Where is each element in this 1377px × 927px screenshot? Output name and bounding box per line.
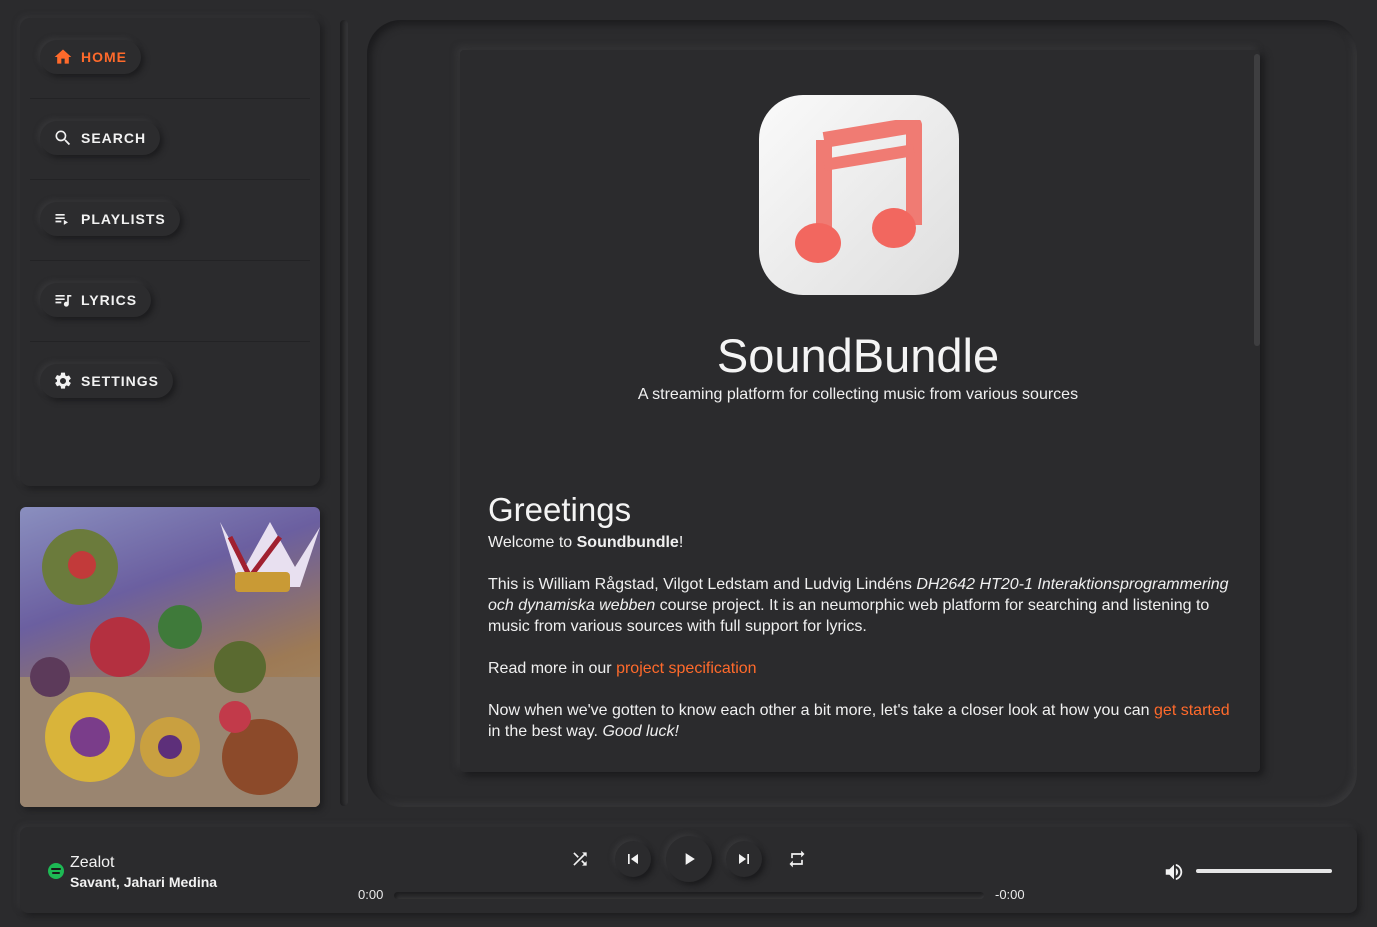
home-icon	[54, 49, 72, 64]
closing-prefix: Now when we've gotten to know each other…	[488, 702, 1155, 719]
track-info: Zealot Savant, Jahari Medina	[48, 854, 217, 892]
intro-prefix: This is William Rågstad, Vilgot Ledstam …	[488, 576, 917, 593]
track-artist[interactable]: Savant, Jahari Medina	[70, 872, 217, 892]
nav-slot-playlists: PLAYLISTS	[30, 180, 310, 261]
welcome-content: Greetings Welcome to Soundbundle! This i…	[488, 490, 1238, 763]
gear-icon	[55, 372, 71, 389]
welcome-suffix: !	[678, 534, 684, 551]
sidebar-item-settings[interactable]: SETTINGS	[40, 364, 174, 398]
nav-slot-lyrics: LYRICS	[30, 261, 310, 342]
player-bar: Zealot Savant, Jahari Medina 0:00 -0:00	[20, 827, 1357, 913]
readmore-prefix: Read more in our	[488, 660, 617, 677]
app-subtitle: A streaming platform for collecting musi…	[637, 386, 1079, 403]
skip-next-icon	[739, 854, 749, 864]
shuffle-icon	[573, 852, 587, 866]
welcome-prefix: Welcome to	[488, 534, 577, 551]
welcome-brand: Soundbundle	[576, 534, 679, 551]
welcome-line: Welcome to Soundbundle!	[488, 532, 1238, 553]
sidebar-item-label: PLAYLISTS	[81, 211, 166, 227]
shuffle-button[interactable]	[562, 841, 598, 877]
lyrics-icon	[55, 295, 72, 307]
spotify-icon	[48, 863, 64, 879]
sidebar-item-label: SETTINGS	[81, 373, 160, 389]
readmore-paragraph: Read more in our project specification	[488, 658, 1238, 679]
album-art-image	[20, 522, 320, 807]
progress-bar[interactable]	[394, 892, 984, 899]
playlist-icon	[55, 214, 68, 225]
volume-icon[interactable]	[1163, 861, 1185, 883]
sidebar-item-label: LYRICS	[81, 292, 138, 308]
app-logo-icon	[759, 95, 959, 295]
app-title: SoundBundle	[716, 329, 1000, 382]
project-specification-link[interactable]: project specification	[616, 660, 757, 677]
sidebar-item-home[interactable]: HOME	[40, 40, 141, 74]
play-icon	[685, 853, 695, 865]
greeting-heading: Greetings	[488, 491, 632, 528]
sidebar-nav: HOME SEARCH PLAYLISTS LYRICS SETTINGS	[20, 18, 320, 486]
scrollbar[interactable]	[1254, 54, 1260, 346]
sidebar-item-playlists[interactable]: PLAYLISTS	[40, 202, 180, 236]
closing-paragraph: Now when we've gotten to know each other…	[488, 700, 1238, 742]
home-card: SoundBundle A streaming platform for col…	[460, 50, 1260, 772]
closing-middle: in the best way.	[488, 723, 603, 740]
panel-divider[interactable]	[340, 20, 348, 806]
volume-slider[interactable]	[1196, 869, 1332, 873]
album-art	[20, 507, 320, 807]
previous-button[interactable]	[615, 841, 651, 877]
nav-slot-home: HOME	[30, 18, 310, 99]
repeat-button[interactable]	[779, 841, 815, 877]
get-started-link[interactable]: get started	[1154, 702, 1230, 719]
time-elapsed: 0:00	[358, 887, 384, 902]
next-button[interactable]	[726, 841, 762, 877]
time-remaining: -0:00	[995, 887, 1025, 902]
repeat-icon	[789, 850, 805, 868]
closing-italic: Good luck!	[602, 723, 679, 740]
nav-slot-settings: SETTINGS	[30, 342, 310, 423]
sidebar-item-lyrics[interactable]: LYRICS	[40, 283, 152, 317]
sidebar-item-label: SEARCH	[81, 130, 147, 146]
track-text: Zealot Savant, Jahari Medina	[70, 854, 217, 892]
nav-slot-search: SEARCH	[30, 99, 310, 180]
play-button[interactable]	[666, 836, 712, 882]
search-icon	[55, 130, 71, 146]
sidebar-item-search[interactable]: SEARCH	[40, 121, 161, 155]
track-title: Zealot	[70, 854, 115, 871]
sidebar-item-label: HOME	[81, 49, 127, 65]
skip-previous-icon	[628, 854, 638, 864]
intro-paragraph: This is William Rågstad, Vilgot Ledstam …	[488, 574, 1238, 637]
